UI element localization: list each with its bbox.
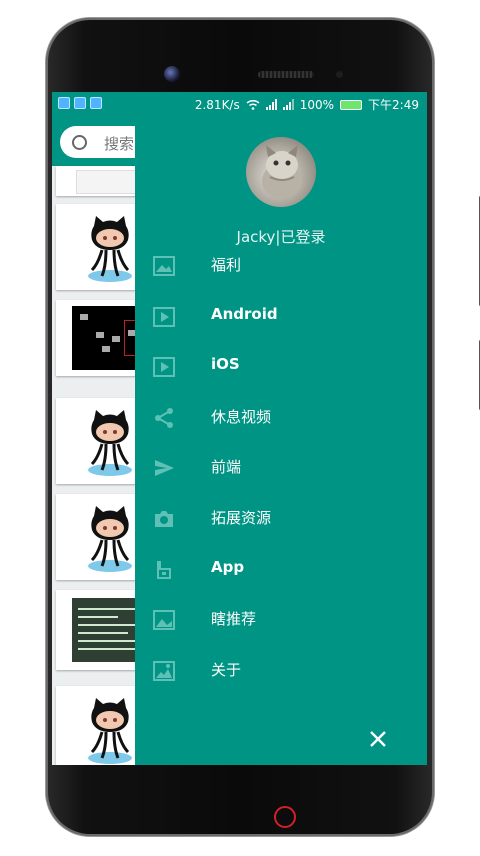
menu-item-label: iOS	[211, 355, 240, 373]
play-video-icon	[153, 357, 175, 377]
octocat-image	[88, 410, 132, 476]
play-video-icon	[153, 307, 175, 327]
clock: 下午2:49	[368, 98, 419, 112]
menu-item-ios[interactable]: iOS	[135, 342, 427, 392]
menu-item-label: 关于	[211, 661, 242, 679]
wifi-icon	[246, 99, 260, 110]
menu-item-label: 拓展资源	[211, 509, 272, 527]
earpiece-speaker	[258, 71, 314, 78]
screen: 2.81K/s 100% 下午2:49 搜索... Jacky|已登录 福利 A…	[52, 92, 427, 765]
send-icon	[155, 460, 174, 476]
menu-item-frontend[interactable]: 前端	[135, 443, 427, 493]
menu-item-label: App	[211, 558, 245, 576]
menu-item-resources[interactable]: 拓展资源	[135, 494, 427, 544]
battery-icon	[340, 99, 363, 110]
menu-item-label: 休息视频	[211, 408, 272, 426]
notification-doc-icon	[74, 97, 86, 109]
signal-icon-2	[282, 99, 294, 110]
menu-item-welfare[interactable]: 福利	[135, 241, 427, 291]
menu-item-label: 前端	[211, 458, 242, 476]
home-button[interactable]	[274, 806, 296, 828]
notification-icons	[58, 97, 102, 109]
landscape-icon	[153, 661, 175, 681]
status-bar: 2.81K/s 100% 下午2:49	[52, 92, 427, 116]
battery-percent: 100%	[299, 97, 335, 112]
plug-icon	[157, 561, 171, 579]
menu-item-app[interactable]: App	[135, 545, 427, 595]
octocat-image	[88, 216, 132, 282]
search-icon	[72, 135, 87, 150]
octocat-image	[88, 698, 132, 764]
menu-item-about[interactable]: 关于	[135, 646, 427, 696]
octocat-image	[88, 506, 132, 572]
proximity-sensor	[336, 71, 343, 78]
menu-item-label: Android	[211, 305, 278, 323]
camera-icon	[155, 511, 173, 527]
notification-cloud-icon	[90, 97, 102, 109]
menu-item-recommend[interactable]: 瞎推荐	[135, 595, 427, 645]
menu-item-label: 瞎推荐	[211, 610, 257, 628]
close-icon[interactable]	[367, 728, 389, 750]
front-camera	[164, 66, 180, 82]
navigation-drawer: Jacky|已登录 福利 Android iOS 休息视频 前端 拓展资源 Ap…	[135, 116, 427, 765]
menu-item-label: 福利	[211, 256, 242, 274]
user-avatar[interactable]	[246, 137, 316, 207]
signal-icon	[265, 99, 277, 110]
menu-item-rest-video[interactable]: 休息视频	[135, 393, 427, 443]
cat-avatar-image	[262, 145, 302, 199]
photo-icon	[153, 610, 175, 630]
network-speed: 2.81K/s	[194, 97, 240, 112]
menu-item-android[interactable]: Android	[135, 292, 427, 342]
share-icon	[155, 408, 173, 428]
notification-app-icon	[58, 97, 70, 109]
image-icon	[153, 256, 175, 276]
